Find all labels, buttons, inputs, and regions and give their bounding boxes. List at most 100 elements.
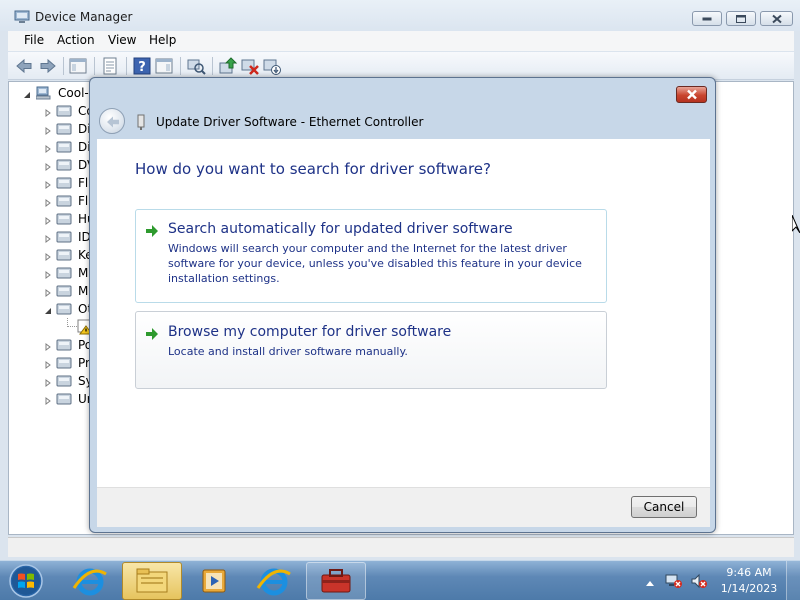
windows-explorer-taskbar-icon[interactable]: [122, 562, 182, 600]
tree-root[interactable]: Cool-: [9, 84, 89, 102]
maximize-button[interactable]: [726, 11, 756, 26]
ide-controller-icon: [56, 229, 72, 245]
monitor-icon: [56, 283, 72, 299]
back-arrow-icon[interactable]: [14, 56, 34, 76]
tree-item[interactable]: Ur: [9, 390, 92, 408]
tree-item[interactable]: M: [9, 282, 89, 300]
volume-muted-icon[interactable]: [690, 573, 708, 589]
cancel-button[interactable]: Cancel: [631, 496, 697, 518]
tree-item-label: M: [78, 266, 89, 280]
browse-computer-option[interactable]: Browse my computer for driver software L…: [135, 311, 607, 389]
expand-arrow-icon[interactable]: [44, 286, 52, 297]
tree-item[interactable]: ID: [9, 228, 91, 246]
dialog-title: Update Driver Software - Ethernet Contro…: [156, 115, 424, 129]
tree-item[interactable]: [9, 318, 93, 336]
tree-item[interactable]: Sy: [9, 372, 93, 390]
network-icon[interactable]: [665, 573, 683, 589]
back-button[interactable]: [99, 108, 125, 134]
dialog-close-button[interactable]: [676, 86, 707, 103]
tree-item[interactable]: Po: [9, 336, 92, 354]
internet-explorer-taskbar-icon[interactable]: [244, 562, 304, 600]
green-arrow-icon: [145, 327, 159, 341]
keyboard-icon: [56, 247, 72, 263]
computer-icon: [35, 85, 52, 101]
clock[interactable]: 9:46 AM 1/14/2023: [714, 565, 784, 597]
expand-arrow-icon[interactable]: [44, 250, 52, 261]
tree-item[interactable]: Fl: [9, 192, 89, 210]
minimize-button[interactable]: [692, 11, 722, 26]
menu-action[interactable]: Action: [53, 33, 99, 47]
display-adapter-icon: [56, 139, 72, 155]
tree-item[interactable]: DV: [9, 156, 95, 174]
search-automatically-option[interactable]: Search automatically for updated driver …: [135, 209, 607, 303]
disable-device-icon[interactable]: [262, 56, 282, 76]
tree-item[interactable]: Di: [9, 138, 91, 156]
expand-arrow-icon[interactable]: [44, 160, 52, 171]
device-manager-icon: [14, 10, 30, 24]
clock-date: 1/14/2023: [720, 582, 778, 595]
tree-item-label: Fl: [78, 176, 89, 190]
taskbar: 9:46 AM 1/14/2023: [0, 560, 800, 600]
expand-arrow-icon[interactable]: [44, 232, 52, 243]
option-description: Windows will search your computer and th…: [168, 242, 582, 285]
hid-icon: [56, 211, 72, 227]
action-pane-icon[interactable]: [154, 56, 174, 76]
computer-icon: [56, 103, 72, 119]
dialog-content: How do you want to search for driver sof…: [97, 139, 710, 487]
expand-arrow-icon[interactable]: [44, 340, 52, 351]
properties-icon[interactable]: [100, 56, 120, 76]
show-hidden-icons-icon[interactable]: [645, 576, 655, 586]
media-player-taskbar-icon[interactable]: [184, 562, 244, 600]
processor-icon: [56, 355, 72, 371]
expand-arrow-icon[interactable]: [44, 196, 52, 207]
start-button[interactable]: [4, 562, 48, 600]
menu-bar: File Action View Help: [8, 31, 794, 51]
title-bar[interactable]: Device Manager: [0, 0, 800, 31]
expand-arrow-icon[interactable]: [44, 376, 52, 387]
option-title: Search automatically for updated driver …: [168, 221, 513, 237]
tree-item[interactable]: Ot: [9, 300, 92, 318]
update-driver-dialog: Update Driver Software - Ethernet Contro…: [89, 77, 716, 533]
collapse-arrow-icon[interactable]: [44, 304, 52, 314]
floppy-controller-icon: [56, 175, 72, 191]
expand-arrow-icon[interactable]: [44, 124, 52, 135]
menu-file[interactable]: File: [20, 33, 48, 47]
tree-item-label: M: [78, 284, 89, 298]
show-hide-console-tree-icon[interactable]: [68, 56, 88, 76]
tree-item[interactable]: Fl: [9, 174, 89, 192]
help-icon[interactable]: ?: [132, 56, 152, 76]
menu-view[interactable]: View: [104, 33, 140, 47]
expand-arrow-icon[interactable]: [44, 394, 52, 405]
internet-explorer-taskbar-icon[interactable]: [60, 562, 120, 600]
show-desktop-button[interactable]: [786, 561, 800, 600]
disk-drive-icon: [56, 121, 72, 137]
status-bar: [8, 537, 794, 557]
expand-arrow-icon[interactable]: [44, 106, 52, 117]
usb-icon: [56, 391, 72, 407]
tree-item[interactable]: Pr: [9, 354, 90, 372]
other-devices-icon: [56, 301, 72, 317]
uninstall-icon[interactable]: [240, 56, 260, 76]
forward-arrow-icon[interactable]: [38, 56, 58, 76]
tree-item[interactable]: Di: [9, 120, 91, 138]
tree-item[interactable]: Ke: [9, 246, 93, 264]
update-driver-icon[interactable]: [218, 56, 238, 76]
expand-arrow-icon[interactable]: [44, 268, 52, 279]
collapse-arrow-icon[interactable]: [23, 88, 31, 98]
clock-time: 9:46 AM: [726, 566, 772, 579]
expand-arrow-icon[interactable]: [44, 142, 52, 153]
device-manager-taskbar-icon[interactable]: [306, 562, 366, 600]
tree-item[interactable]: Hu: [9, 210, 95, 228]
tree-item-label: Fl: [78, 194, 89, 208]
tree-item[interactable]: M: [9, 264, 89, 282]
system-devices-icon: [56, 373, 72, 389]
window-close-button[interactable]: [760, 11, 793, 26]
scan-hardware-icon[interactable]: [186, 56, 206, 76]
expand-arrow-icon[interactable]: [44, 178, 52, 189]
menu-help[interactable]: Help: [145, 33, 180, 47]
expand-arrow-icon[interactable]: [44, 358, 52, 369]
dvd-drive-icon: [56, 157, 72, 173]
tree-item[interactable]: Co: [9, 102, 94, 120]
mouse-cursor-icon: [791, 214, 800, 234]
expand-arrow-icon[interactable]: [44, 214, 52, 225]
